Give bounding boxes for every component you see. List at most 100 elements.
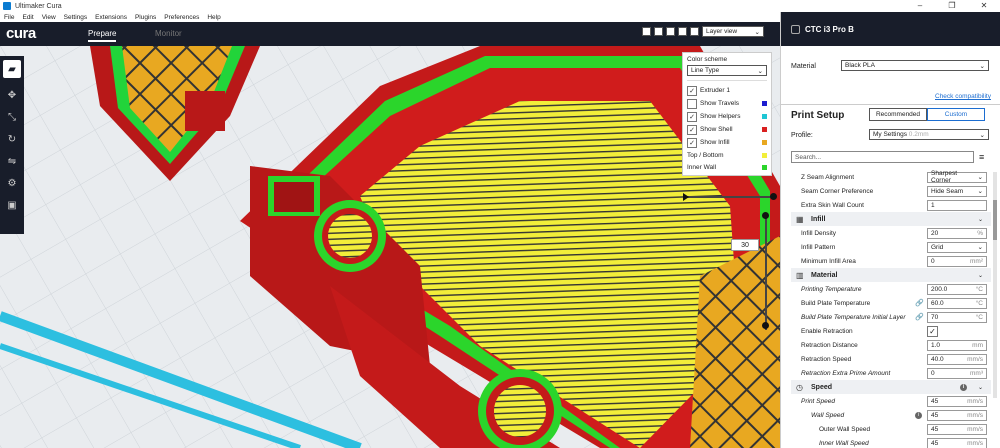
category-material[interactable]: ▥ Material ⌄: [791, 268, 991, 282]
menu-edit[interactable]: Edit: [22, 14, 33, 21]
menu-view[interactable]: View: [42, 14, 56, 21]
left-view-icon[interactable]: [678, 27, 687, 36]
layer-path-slider[interactable]: [683, 193, 777, 201]
setting-row: Seam Corner Preference Hide Seam ⌄: [791, 184, 991, 198]
menu-file[interactable]: File: [4, 14, 14, 21]
legend-item[interactable]: ✓ Show Helpers: [687, 110, 767, 123]
printer-header[interactable]: CTC i3 Pro B: [781, 12, 1000, 46]
rotate-tool-icon[interactable]: ↻: [3, 130, 21, 148]
tab-prepare[interactable]: Prepare: [88, 29, 117, 42]
legend-item[interactable]: Show Travels: [687, 97, 767, 110]
setting-input[interactable]: 0 mm³: [927, 367, 987, 379]
checkbox[interactable]: ✓: [687, 85, 697, 96]
printer-name: CTC i3 Pro B: [805, 24, 854, 34]
legend-item[interactable]: ✓ Show Infill: [687, 136, 767, 149]
setting-input[interactable]: 60.0 °C: [927, 297, 987, 309]
legend-item[interactable]: ✓ Extruder 1: [687, 84, 767, 97]
profile-dropdown[interactable]: My Settings 0.2mm ⌄: [869, 129, 989, 140]
checkbox[interactable]: ✓: [687, 111, 697, 122]
color-scheme-dropdown[interactable]: Line Type ⌄: [687, 65, 767, 76]
menu-extensions[interactable]: Extensions: [95, 14, 127, 21]
setting-input[interactable]: 45 mm/s: [927, 409, 987, 421]
per-model-settings-icon[interactable]: ⚙: [3, 174, 21, 192]
layer-view-viewport[interactable]: [0, 46, 780, 448]
legend-item[interactable]: ✓ Show Shell: [687, 123, 767, 136]
layer-slider-bottom-handle[interactable]: [762, 322, 769, 329]
checkbox[interactable]: [687, 98, 697, 109]
setting-checkbox[interactable]: ✓: [927, 325, 938, 337]
menu-help[interactable]: Help: [207, 14, 220, 21]
setting-label: Z Seam Alignment: [801, 173, 855, 181]
setting-row: Retraction Extra Prime Amount 0 mm³: [791, 366, 991, 380]
setting-input[interactable]: 40.0 mm/s: [927, 353, 987, 365]
minimize-icon[interactable]: –: [904, 0, 936, 12]
legend-color-swatch: [762, 152, 767, 158]
setting-unit: mm/s: [967, 355, 983, 363]
mirror-tool-icon[interactable]: ⇋: [3, 152, 21, 170]
chevron-down-icon: ⌄: [977, 216, 983, 223]
view-type-dropdown[interactable]: Layer view ⌄: [702, 26, 764, 37]
view-controls: Layer view ⌄: [642, 26, 764, 37]
current-layer-field[interactable]: 30: [731, 239, 759, 251]
setting-input[interactable]: 200.0 °C: [927, 283, 987, 295]
setting-label: Enable Retraction: [801, 327, 853, 335]
open-file-icon[interactable]: ▰: [3, 60, 21, 78]
path-slider-handle[interactable]: [770, 193, 777, 200]
setting-dropdown[interactable]: Hide Seam ⌄: [927, 185, 987, 197]
3d-view-icon[interactable]: [642, 27, 651, 36]
setting-dropdown[interactable]: Sharpest Corner ⌄: [927, 170, 987, 184]
profile-name: My Settings: [873, 131, 907, 138]
profile-value: My Settings 0.2mm: [873, 131, 929, 138]
legend-item-label: Top / Bottom: [687, 151, 724, 159]
menu-settings[interactable]: Settings: [64, 14, 88, 21]
layer-slider-top-handle[interactable]: [762, 212, 769, 219]
right-view-icon[interactable]: [690, 27, 699, 36]
custom-button[interactable]: Custom: [927, 108, 985, 121]
settings-scrollbar[interactable]: [993, 172, 997, 398]
layer-view-render: [0, 46, 780, 448]
chevron-down-icon: ⌄: [757, 67, 763, 75]
close-icon[interactable]: ✕: [968, 0, 1000, 12]
recommended-button[interactable]: Recommended: [869, 108, 927, 121]
material-dropdown[interactable]: Black PLA ⌄: [841, 60, 989, 71]
checkbox[interactable]: ✓: [687, 124, 697, 135]
legend-item-label: Show Shell: [700, 126, 733, 133]
category-speed[interactable]: ◷ Speed i ⌄: [791, 380, 991, 394]
checkbox[interactable]: ✓: [687, 137, 697, 148]
legend-color-swatch: [762, 101, 767, 106]
scrollbar-thumb[interactable]: [993, 200, 997, 240]
legend-color-swatch: [762, 140, 767, 145]
setting-row: Minimum Infill Area 0 mm²: [791, 254, 991, 268]
scale-tool-icon[interactable]: ⤡: [3, 108, 21, 126]
setting-dropdown[interactable]: Grid ⌄: [927, 241, 987, 253]
info-icon[interactable]: i: [960, 383, 967, 391]
setting-input[interactable]: 45 mm/s: [927, 395, 987, 407]
setting-value: 0: [931, 369, 935, 377]
settings-menu-icon[interactable]: ≡: [979, 152, 984, 162]
setting-input[interactable]: 0 mm²: [927, 255, 987, 267]
menu-preferences[interactable]: Preferences: [164, 14, 199, 21]
setting-input[interactable]: 45 mm/s: [927, 423, 987, 435]
setting-value: 70: [931, 313, 939, 321]
setting-row: Retraction Speed 40.0 mm/s: [791, 352, 991, 366]
setting-input[interactable]: 70 °C: [927, 311, 987, 323]
maximize-icon[interactable]: ❐: [936, 0, 968, 12]
setting-input[interactable]: 1.0 mm: [927, 339, 987, 351]
setting-input[interactable]: 20%: [927, 227, 987, 239]
setting-input[interactable]: 45 mm/s: [927, 437, 987, 448]
tab-monitor[interactable]: Monitor: [155, 29, 182, 38]
front-view-icon[interactable]: [654, 27, 663, 36]
play-icon[interactable]: [683, 193, 689, 201]
check-compatibility-link[interactable]: Check compatibility: [935, 93, 991, 100]
menu-plugins[interactable]: Plugins: [135, 14, 156, 21]
support-blocker-icon[interactable]: ▣: [3, 196, 21, 214]
category-infill[interactable]: ▦ Infill ⌄: [791, 212, 991, 226]
layer-slider[interactable]: [762, 212, 769, 330]
info-icon[interactable]: i: [915, 411, 922, 419]
settings-search-input[interactable]: Search...: [791, 151, 974, 163]
setting-input[interactable]: 1: [927, 199, 987, 211]
move-tool-icon[interactable]: ✥: [3, 86, 21, 104]
top-view-icon[interactable]: [666, 27, 675, 36]
setting-label: Extra Skin Wall Count: [801, 201, 864, 209]
settings-list[interactable]: Z Seam Alignment Sharpest Corner ⌄ Seam Cor…: [791, 170, 991, 448]
